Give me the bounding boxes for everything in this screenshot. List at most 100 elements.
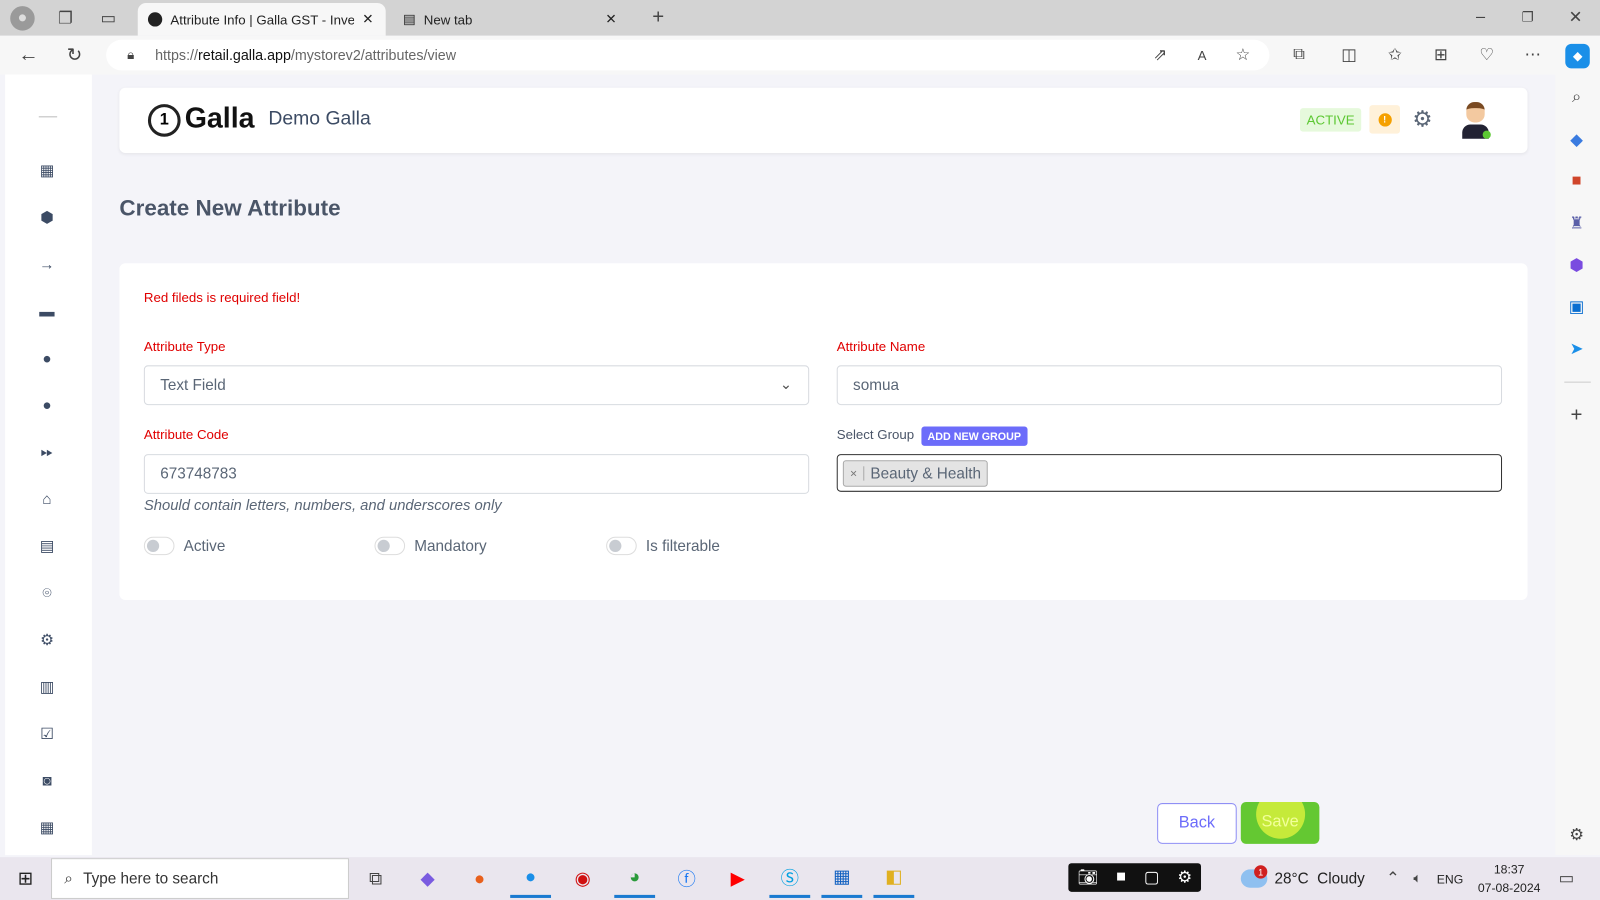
windows-start-icon[interactable]: ⊞ xyxy=(5,859,46,898)
camera-icon[interactable]: ◙ xyxy=(31,768,64,792)
tab-attribute-info[interactable]: Attribute Info | Galla GST - Invent ✕ xyxy=(137,3,386,36)
send-icon[interactable]: ➤ xyxy=(1566,339,1586,359)
close-window-icon[interactable]: ✕ xyxy=(1564,6,1586,28)
record-app-icon[interactable]: ◉ xyxy=(562,859,603,898)
checkbox-icon[interactable]: ☑ xyxy=(31,721,64,745)
contacts-icon[interactable]: ▤ xyxy=(31,534,64,558)
language-indicator[interactable]: ENG xyxy=(1437,872,1464,886)
attribute-code-hint: Should contain letters, numbers, and und… xyxy=(143,497,502,515)
ticket-icon[interactable]: ▬ xyxy=(31,299,64,323)
menu-icon[interactable] xyxy=(38,116,58,118)
toggle-active[interactable]: Active xyxy=(143,536,225,556)
notifications-icon[interactable]: ▭ xyxy=(1555,867,1577,889)
user-icon[interactable]: ● xyxy=(31,346,64,370)
calendar-icon[interactable]: ▦ xyxy=(31,815,64,839)
games-icon[interactable]: ♜ xyxy=(1566,213,1586,233)
forward-icon[interactable]: ⏩︎ xyxy=(31,440,64,464)
tab-new-tab[interactable]: ▤ New tab ✕ xyxy=(393,3,633,36)
clock[interactable]: 18:37 07-08-2024 xyxy=(1478,862,1541,895)
collections-icon[interactable]: ⊞ xyxy=(1431,45,1451,65)
active-switch[interactable] xyxy=(143,536,175,556)
close-tab-icon[interactable]: ✕ xyxy=(605,11,616,27)
copilot-app-icon[interactable]: ◆ xyxy=(407,859,448,898)
location-pin-icon[interactable]: ⌾ xyxy=(31,581,64,605)
attribute-code-input[interactable]: 673748783 xyxy=(143,454,810,494)
favorite-star-icon[interactable]: ☆ xyxy=(1233,45,1253,65)
chevron-up-icon[interactable]: ⌃ xyxy=(1384,868,1402,888)
toolbox-icon[interactable]: ■ xyxy=(1566,171,1586,191)
divider xyxy=(1564,381,1591,383)
date: 07-08-2024 xyxy=(1477,880,1541,895)
taskbar-search[interactable]: ⌕ Type here to search xyxy=(51,858,349,899)
page-title: Create New Attribute xyxy=(119,194,341,221)
user-avatar[interactable] xyxy=(1460,100,1491,141)
settings-gear-icon[interactable]: ⚙ xyxy=(1409,106,1436,133)
weather-text[interactable]: 28°C Cloudy xyxy=(1274,870,1364,887)
outlook-icon[interactable]: ▣ xyxy=(1566,297,1586,317)
maps-app-icon[interactable]: ◧ xyxy=(873,859,915,898)
settings-icon[interactable]: ⚙ xyxy=(1177,867,1192,887)
url-field[interactable]: https://retail.galla.app/mystorev2/attri… xyxy=(106,39,1270,71)
favorites-icon[interactable]: ✩ xyxy=(1385,45,1405,65)
gear-icon[interactable]: ⚙ xyxy=(31,628,64,652)
tab-actions-icon[interactable]: ▭ xyxy=(96,6,120,30)
firefox-icon[interactable]: ● xyxy=(459,859,500,898)
arrow-right-icon[interactable]: → xyxy=(31,252,64,276)
toggle-filterable[interactable]: Is filterable xyxy=(606,536,720,556)
status-badge: ACTIVE xyxy=(1299,108,1362,132)
search-icon[interactable]: ⌕ xyxy=(1566,88,1586,108)
store-icon[interactable]: ▦ xyxy=(821,859,863,898)
close-tab-icon[interactable]: ✕ xyxy=(362,11,373,27)
user-circle-icon[interactable]: ● xyxy=(31,393,64,417)
dashboard-icon[interactable]: ▦ xyxy=(31,158,64,182)
microsoft365-icon[interactable]: ⬢ xyxy=(1566,255,1586,275)
attribute-name-input[interactable]: somua xyxy=(836,365,1503,406)
more-options-icon[interactable]: ⋯ xyxy=(1522,45,1542,65)
edge-icon[interactable]: ● xyxy=(510,859,552,898)
filterable-switch[interactable] xyxy=(606,536,637,556)
lock-icon[interactable]: 🔒︎ xyxy=(120,45,140,65)
skype-icon[interactable]: Ⓢ xyxy=(769,859,811,898)
galla-logo-icon: 1 xyxy=(147,104,181,137)
profile-icon[interactable]: ● xyxy=(10,6,35,31)
restore-icon[interactable]: ❐ xyxy=(1516,6,1538,28)
chrome-icon[interactable]: ◕ xyxy=(614,859,656,898)
new-tab-plus-icon[interactable]: + xyxy=(647,6,669,28)
camera-icon[interactable]: 📷︎ xyxy=(1077,867,1098,887)
galla-favicon-icon xyxy=(147,12,163,27)
window-capture-icon[interactable]: ▢ xyxy=(1144,867,1159,887)
time: 18:37 xyxy=(1493,862,1525,877)
shopping-tag-icon[interactable]: ◆ xyxy=(1566,130,1586,150)
read-aloud-icon[interactable]: A xyxy=(1192,45,1212,65)
volume-icon[interactable]: 🔈︎ xyxy=(1408,868,1426,888)
video-icon[interactable]: ■ xyxy=(1116,868,1126,886)
box-icon[interactable]: ⬢ xyxy=(31,205,64,229)
minimize-icon[interactable]: – xyxy=(1469,6,1491,28)
alert-button[interactable]: ! xyxy=(1369,105,1400,134)
back-button[interactable]: Back xyxy=(1157,803,1237,844)
youtube-icon[interactable]: ▶ xyxy=(717,859,758,898)
copilot-icon[interactable]: ◆ xyxy=(1565,43,1590,69)
attribute-code-label: Attribute Code xyxy=(143,426,229,442)
refresh-icon[interactable]: ↻ xyxy=(62,43,86,67)
add-plus-icon[interactable]: + xyxy=(1566,404,1586,426)
save-button[interactable]: Save xyxy=(1240,802,1320,844)
sidebar-settings-icon[interactable]: ⚙ xyxy=(1566,824,1586,844)
task-view-icon[interactable]: ⧉ xyxy=(355,859,396,898)
extensions-icon[interactable]: ⧉ xyxy=(1289,45,1309,65)
attribute-type-select[interactable]: Text Field ⌄ xyxy=(143,365,810,406)
toggle-mandatory[interactable]: Mandatory xyxy=(374,536,487,556)
new-tab-favicon-icon: ▤ xyxy=(403,11,416,27)
select-group-input[interactable]: × Beauty & Health xyxy=(836,454,1503,492)
basket-icon[interactable]: ⌂ xyxy=(31,487,64,511)
back-arrow-icon[interactable]: ← xyxy=(16,43,40,67)
browser-essentials-icon[interactable]: ♡ xyxy=(1477,45,1497,65)
mandatory-switch[interactable] xyxy=(374,536,406,556)
open-in-app-icon[interactable]: ⇗ xyxy=(1150,45,1170,65)
add-new-group-button[interactable]: ADD NEW GROUP xyxy=(921,426,1028,446)
workspaces-icon[interactable]: ❐ xyxy=(53,6,77,30)
split-screen-icon[interactable]: ◫ xyxy=(1339,45,1359,65)
facebook-icon[interactable]: ⓕ xyxy=(666,859,707,898)
report-icon[interactable]: ▥ xyxy=(31,674,64,698)
remove-tag-icon[interactable]: × xyxy=(844,466,865,481)
